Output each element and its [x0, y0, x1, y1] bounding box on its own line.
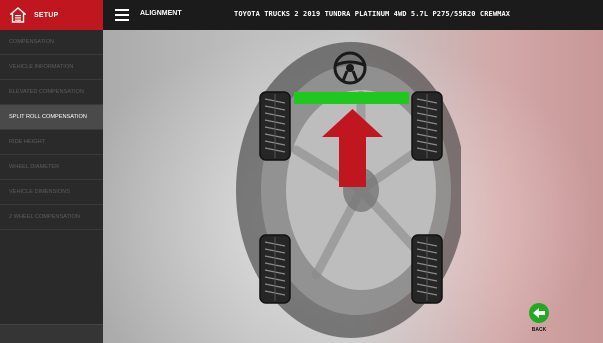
- setup-button[interactable]: SETUP: [0, 0, 103, 30]
- top-bar: SETUP ALIGNMENT TOYOTA TRUCKS 2 2019 TUN…: [0, 0, 603, 30]
- sidebar-item-2-wheel-compensation[interactable]: 2 WHEEL COMPENSATION: [0, 205, 103, 230]
- front-right-tire-icon: [411, 91, 443, 161]
- setup-label: SETUP: [34, 11, 59, 19]
- sidebar-item-wheel-diameter[interactable]: WHEEL DIAMETER: [0, 155, 103, 180]
- up-arrow-icon: [322, 109, 383, 187]
- vehicle-info: TOYOTA TRUCKS 2 2019 TUNDRA PLATINUM 4WD…: [234, 10, 511, 18]
- sidebar-footer: [0, 324, 103, 343]
- rear-left-tire-icon: [259, 234, 291, 304]
- rear-right-tire-icon: [411, 234, 443, 304]
- sidebar-item-compensation[interactable]: COMPENSATION: [0, 30, 103, 55]
- sidebar: COMPENSATION VEHICLE INFORMATION ELEVATE…: [0, 30, 103, 343]
- sidebar-item-split-roll-compensation[interactable]: SPLIT ROLL COMPENSATION: [0, 105, 103, 130]
- back-arrow-icon: [529, 303, 549, 323]
- split-roll-indicator-bar: [294, 92, 409, 104]
- sidebar-item-elevated-compensation[interactable]: ELEVATED COMPENSATION: [0, 80, 103, 105]
- home-icon: [10, 7, 26, 23]
- sidebar-item-vehicle-information[interactable]: VEHICLE INFORMATION: [0, 55, 103, 80]
- back-label: BACK: [531, 327, 547, 333]
- front-left-tire-icon: [259, 91, 291, 161]
- section-title: ALIGNMENT: [140, 10, 182, 17]
- hamburger-menu-icon[interactable]: [115, 9, 129, 21]
- steering-wheel-icon: [333, 51, 367, 85]
- sidebar-item-ride-height[interactable]: RIDE HEIGHT: [0, 130, 103, 155]
- back-button[interactable]: BACK: [525, 303, 553, 341]
- sidebar-item-vehicle-dimensions[interactable]: VEHICLE DIMENSIONS: [0, 180, 103, 205]
- main-area: BACK: [103, 30, 603, 343]
